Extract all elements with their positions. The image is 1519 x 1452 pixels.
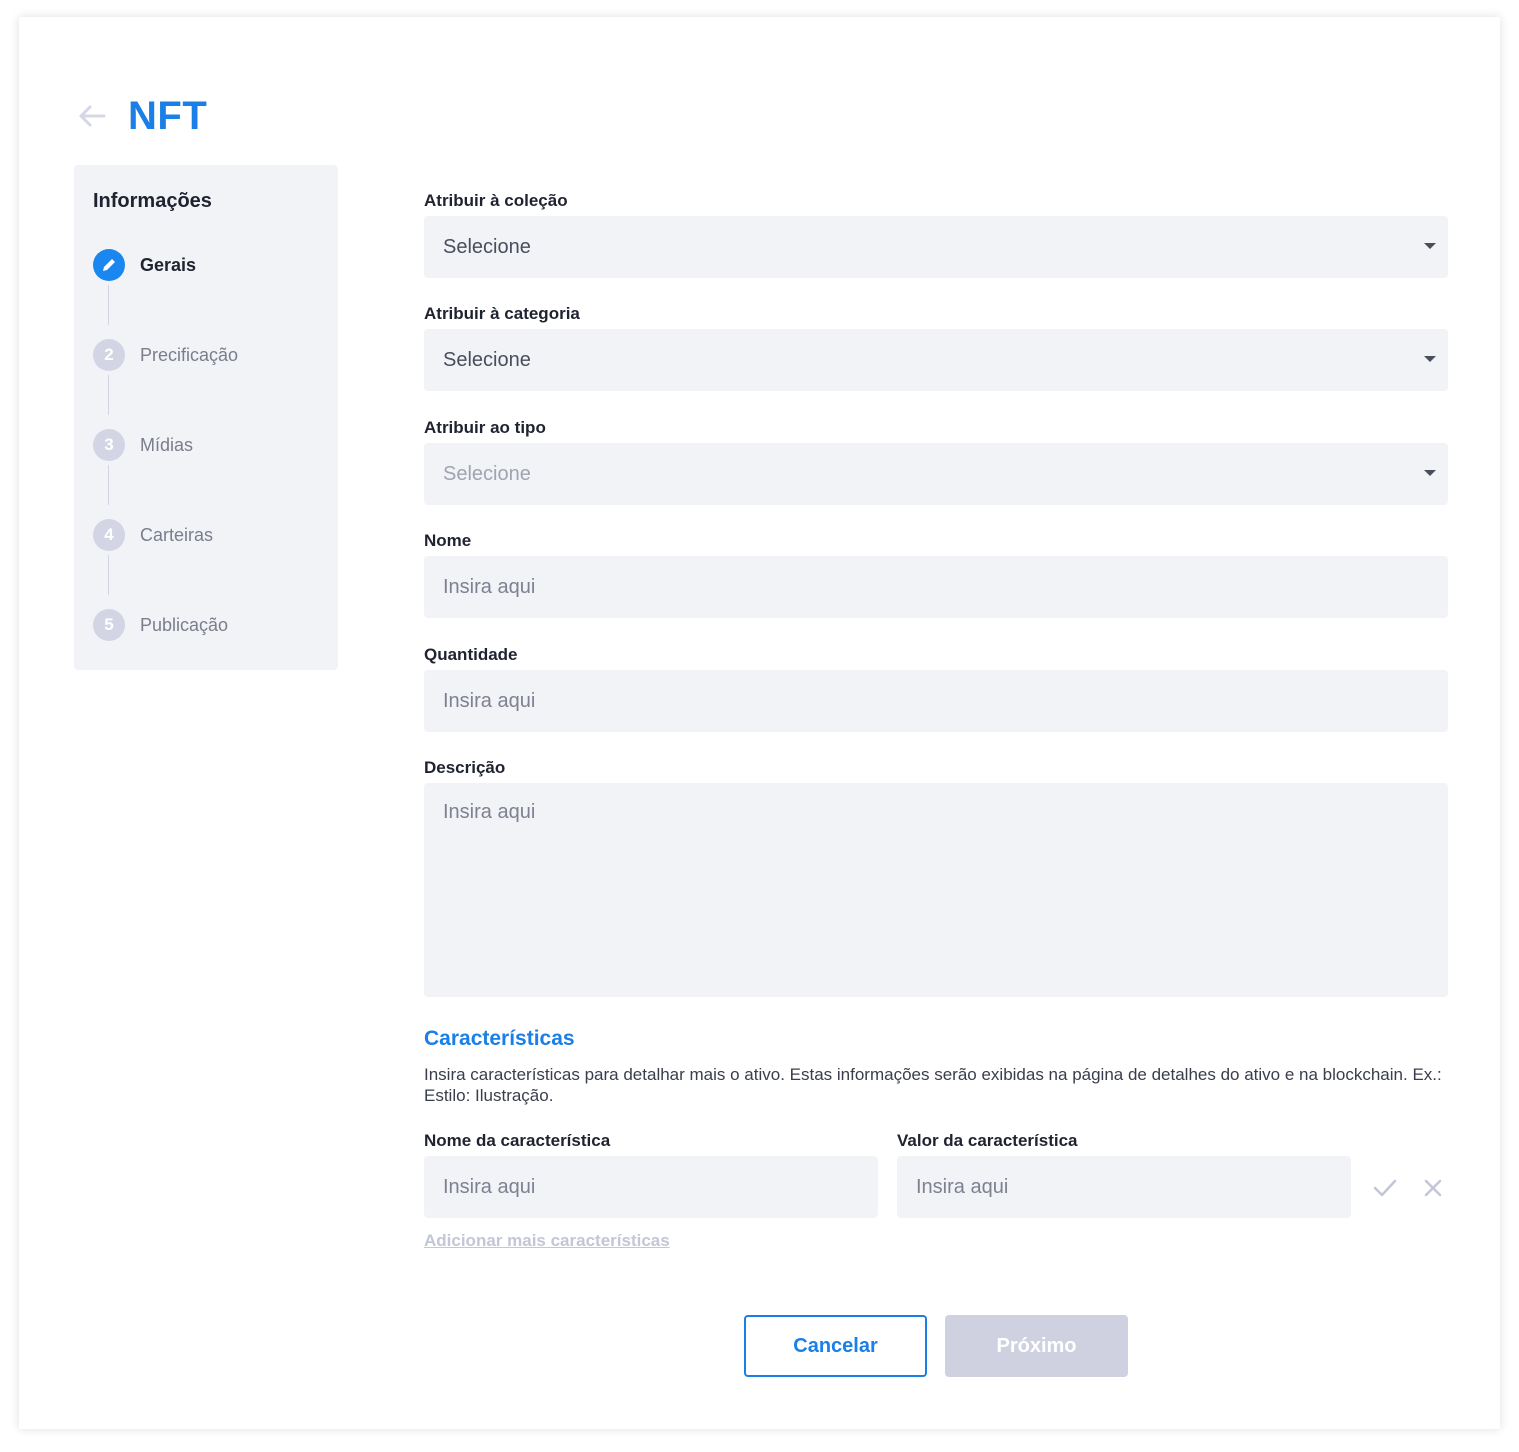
step-number: 2 (93, 339, 125, 371)
name-input-placeholder: Insira aqui (443, 575, 536, 598)
step-label: Gerais (140, 254, 197, 275)
collection-select[interactable]: Selecione (424, 216, 1448, 278)
type-label: Atribuir ao tipo (424, 418, 546, 437)
category-label: Atribuir à categoria (424, 304, 580, 323)
caret-down-icon (1424, 356, 1436, 362)
characteristic-name-input[interactable]: Insira aqui (424, 1156, 878, 1218)
step-precificacao[interactable]: 2 Precificação (93, 339, 238, 371)
step-label: Publicação (140, 614, 229, 635)
back-arrow-icon[interactable] (78, 101, 108, 131)
category-select-value: Selecione (443, 348, 531, 371)
characteristic-value-placeholder: Insira aqui (916, 1175, 1009, 1198)
step-connector (108, 555, 109, 595)
quantity-input-placeholder: Insira aqui (443, 689, 536, 712)
characteristic-name-placeholder: Insira aqui (443, 1175, 536, 1198)
description-placeholder: Insira aqui (443, 801, 536, 823)
quantity-label: Quantidade (424, 645, 518, 664)
step-number: 4 (93, 519, 125, 551)
characteristic-name-label: Nome da característica (424, 1131, 611, 1150)
next-button[interactable]: Próximo (945, 1315, 1128, 1377)
caret-down-icon (1424, 243, 1436, 249)
step-publicacao[interactable]: 5 Publicação (93, 609, 228, 641)
steps-title: Informações (93, 190, 212, 212)
check-icon[interactable] (1372, 1175, 1398, 1201)
step-number: 3 (93, 429, 125, 461)
step-connector (108, 465, 109, 505)
description-label: Descrição (424, 758, 506, 777)
quantity-input[interactable]: Insira aqui (424, 670, 1448, 732)
type-select[interactable]: Selecione (424, 443, 1448, 505)
characteristics-title: Características (424, 1027, 575, 1050)
type-select-value: Selecione (443, 462, 531, 485)
collection-select-value: Selecione (443, 235, 531, 258)
name-input[interactable]: Insira aqui (424, 556, 1448, 618)
page-title: NFT (128, 93, 208, 138)
steps-sidebar: Informações Gerais 2 Precificação 3 Mídi… (74, 165, 338, 670)
name-label: Nome (424, 531, 472, 550)
step-label: Carteiras (140, 524, 214, 545)
pencil-icon (93, 249, 125, 281)
step-gerais[interactable]: Gerais (93, 249, 196, 281)
add-characteristic-link[interactable]: Adicionar mais características (424, 1231, 670, 1251)
step-connector (108, 285, 109, 325)
page-header: NFT (78, 92, 207, 140)
characteristics-description: Insira características para detalhar mai… (424, 1065, 1442, 1105)
step-midias[interactable]: 3 Mídias (93, 429, 193, 461)
description-textarea[interactable]: Insira aqui (424, 783, 1448, 997)
step-connector (108, 375, 109, 415)
caret-down-icon (1424, 470, 1436, 476)
close-icon[interactable] (1420, 1175, 1446, 1201)
characteristic-value-input[interactable]: Insira aqui (897, 1156, 1351, 1218)
collection-label: Atribuir à coleção (424, 191, 568, 210)
step-label: Precificação (140, 344, 239, 365)
category-select[interactable]: Selecione (424, 329, 1448, 391)
step-carteiras[interactable]: 4 Carteiras (93, 519, 213, 551)
characteristic-value-label: Valor da característica (897, 1131, 1078, 1150)
step-number: 5 (93, 609, 125, 641)
step-label: Mídias (140, 434, 194, 455)
cancel-button[interactable]: Cancelar (744, 1315, 927, 1377)
